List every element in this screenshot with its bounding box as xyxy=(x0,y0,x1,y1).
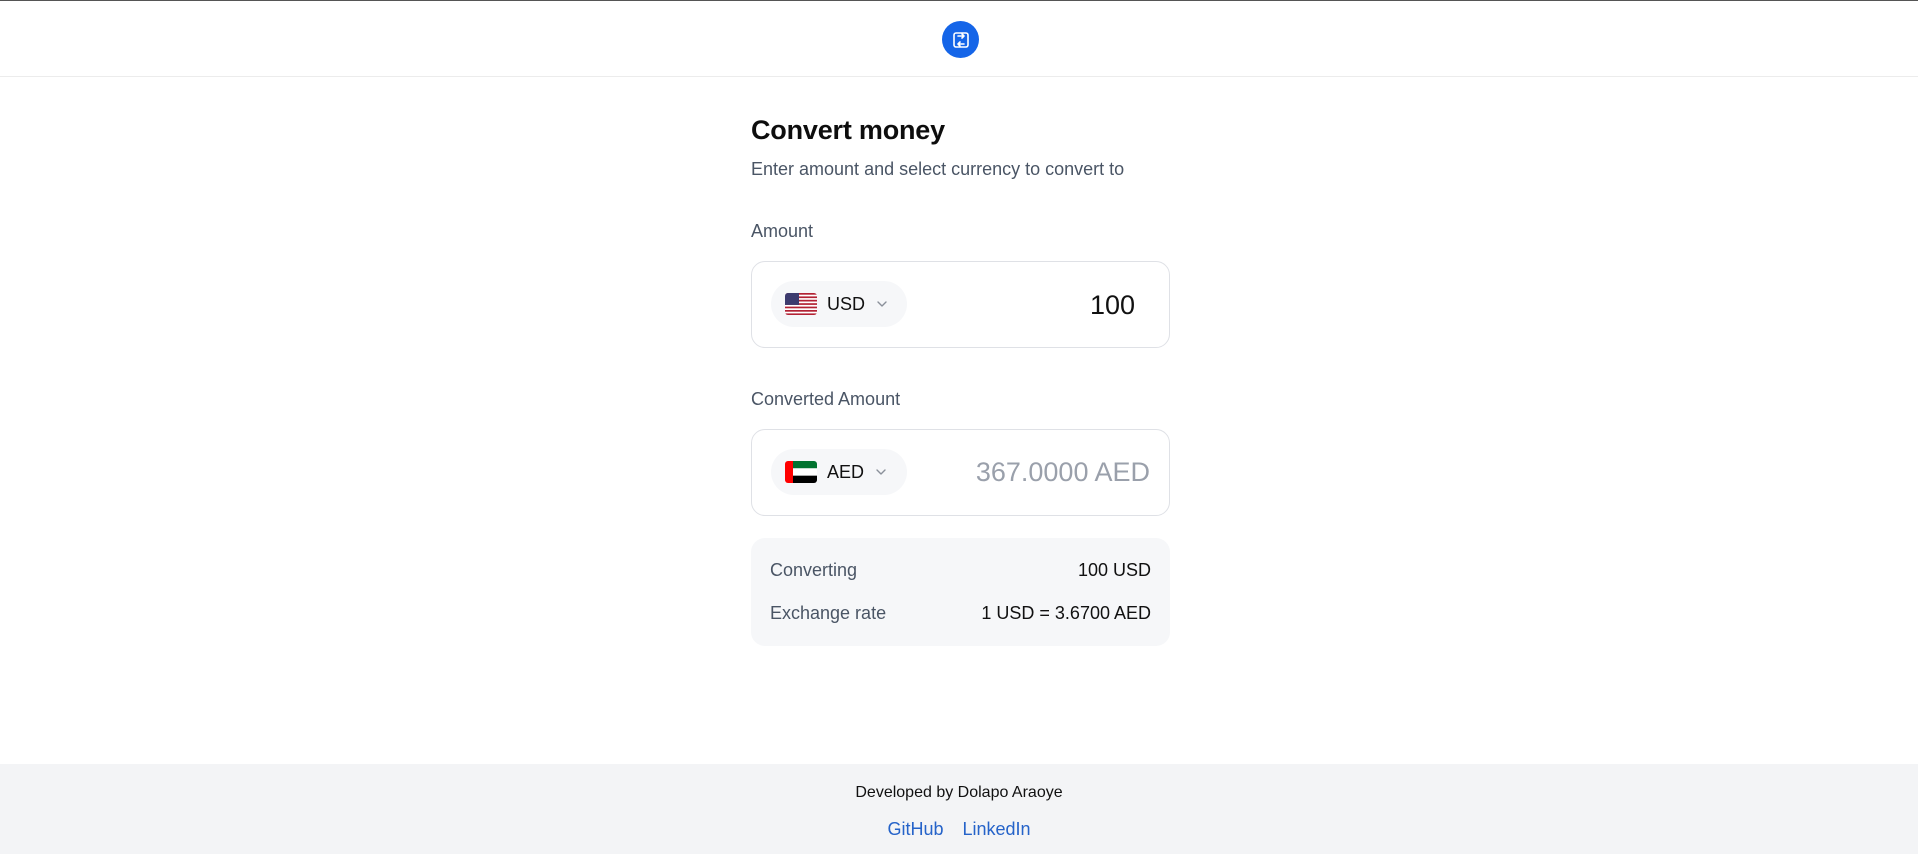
converting-label: Converting xyxy=(770,560,858,580)
developer-credit: Developed by Dolapo Araoye xyxy=(855,784,1063,801)
page-subtitle: Enter amount and select currency to conv… xyxy=(751,159,1125,179)
chevron-down-icon xyxy=(875,297,889,311)
us-flag-icon xyxy=(785,293,817,315)
chevron-down-icon xyxy=(874,465,888,479)
converted-box: AED 367.0000 AED xyxy=(751,429,1170,516)
linkedin-link[interactable]: LinkedIn xyxy=(962,819,1030,839)
converting-value: 100 USD xyxy=(1077,560,1151,580)
converter-panel: Convert money Enter amount and select cu… xyxy=(751,115,1170,646)
uae-flag-icon xyxy=(785,461,817,483)
converted-amount-value: 367.0000 AED xyxy=(975,457,1150,487)
from-currency-code: USD xyxy=(827,293,866,314)
top-header xyxy=(0,0,1918,77)
footer-links: GitHub LinkedIn xyxy=(0,819,1918,840)
converted-amount-label: Converted Amount xyxy=(751,389,901,409)
exchange-rate-value: 1 USD = 3.6700 AED xyxy=(981,603,1151,623)
page-footer: Developed by Dolapo Araoye GitHub Linked… xyxy=(0,764,1918,854)
page-title: Convert money xyxy=(751,115,945,145)
github-link[interactable]: GitHub xyxy=(887,819,943,839)
conversion-summary: Converting 100 USD Exchange rate 1 USD =… xyxy=(751,538,1170,646)
amount-input[interactable] xyxy=(965,286,1135,324)
exchange-rate-label: Exchange rate xyxy=(770,603,887,623)
summary-row-exchange-rate: Exchange rate 1 USD = 3.6700 AED xyxy=(770,603,1151,624)
amount-box: USD xyxy=(751,261,1170,348)
from-currency-select[interactable]: USD xyxy=(771,281,907,327)
amount-label: Amount xyxy=(751,221,814,241)
currency-exchange-icon[interactable] xyxy=(942,21,979,58)
to-currency-select[interactable]: AED xyxy=(771,449,907,495)
summary-row-converting: Converting 100 USD xyxy=(770,560,1151,581)
to-currency-code: AED xyxy=(827,461,865,482)
